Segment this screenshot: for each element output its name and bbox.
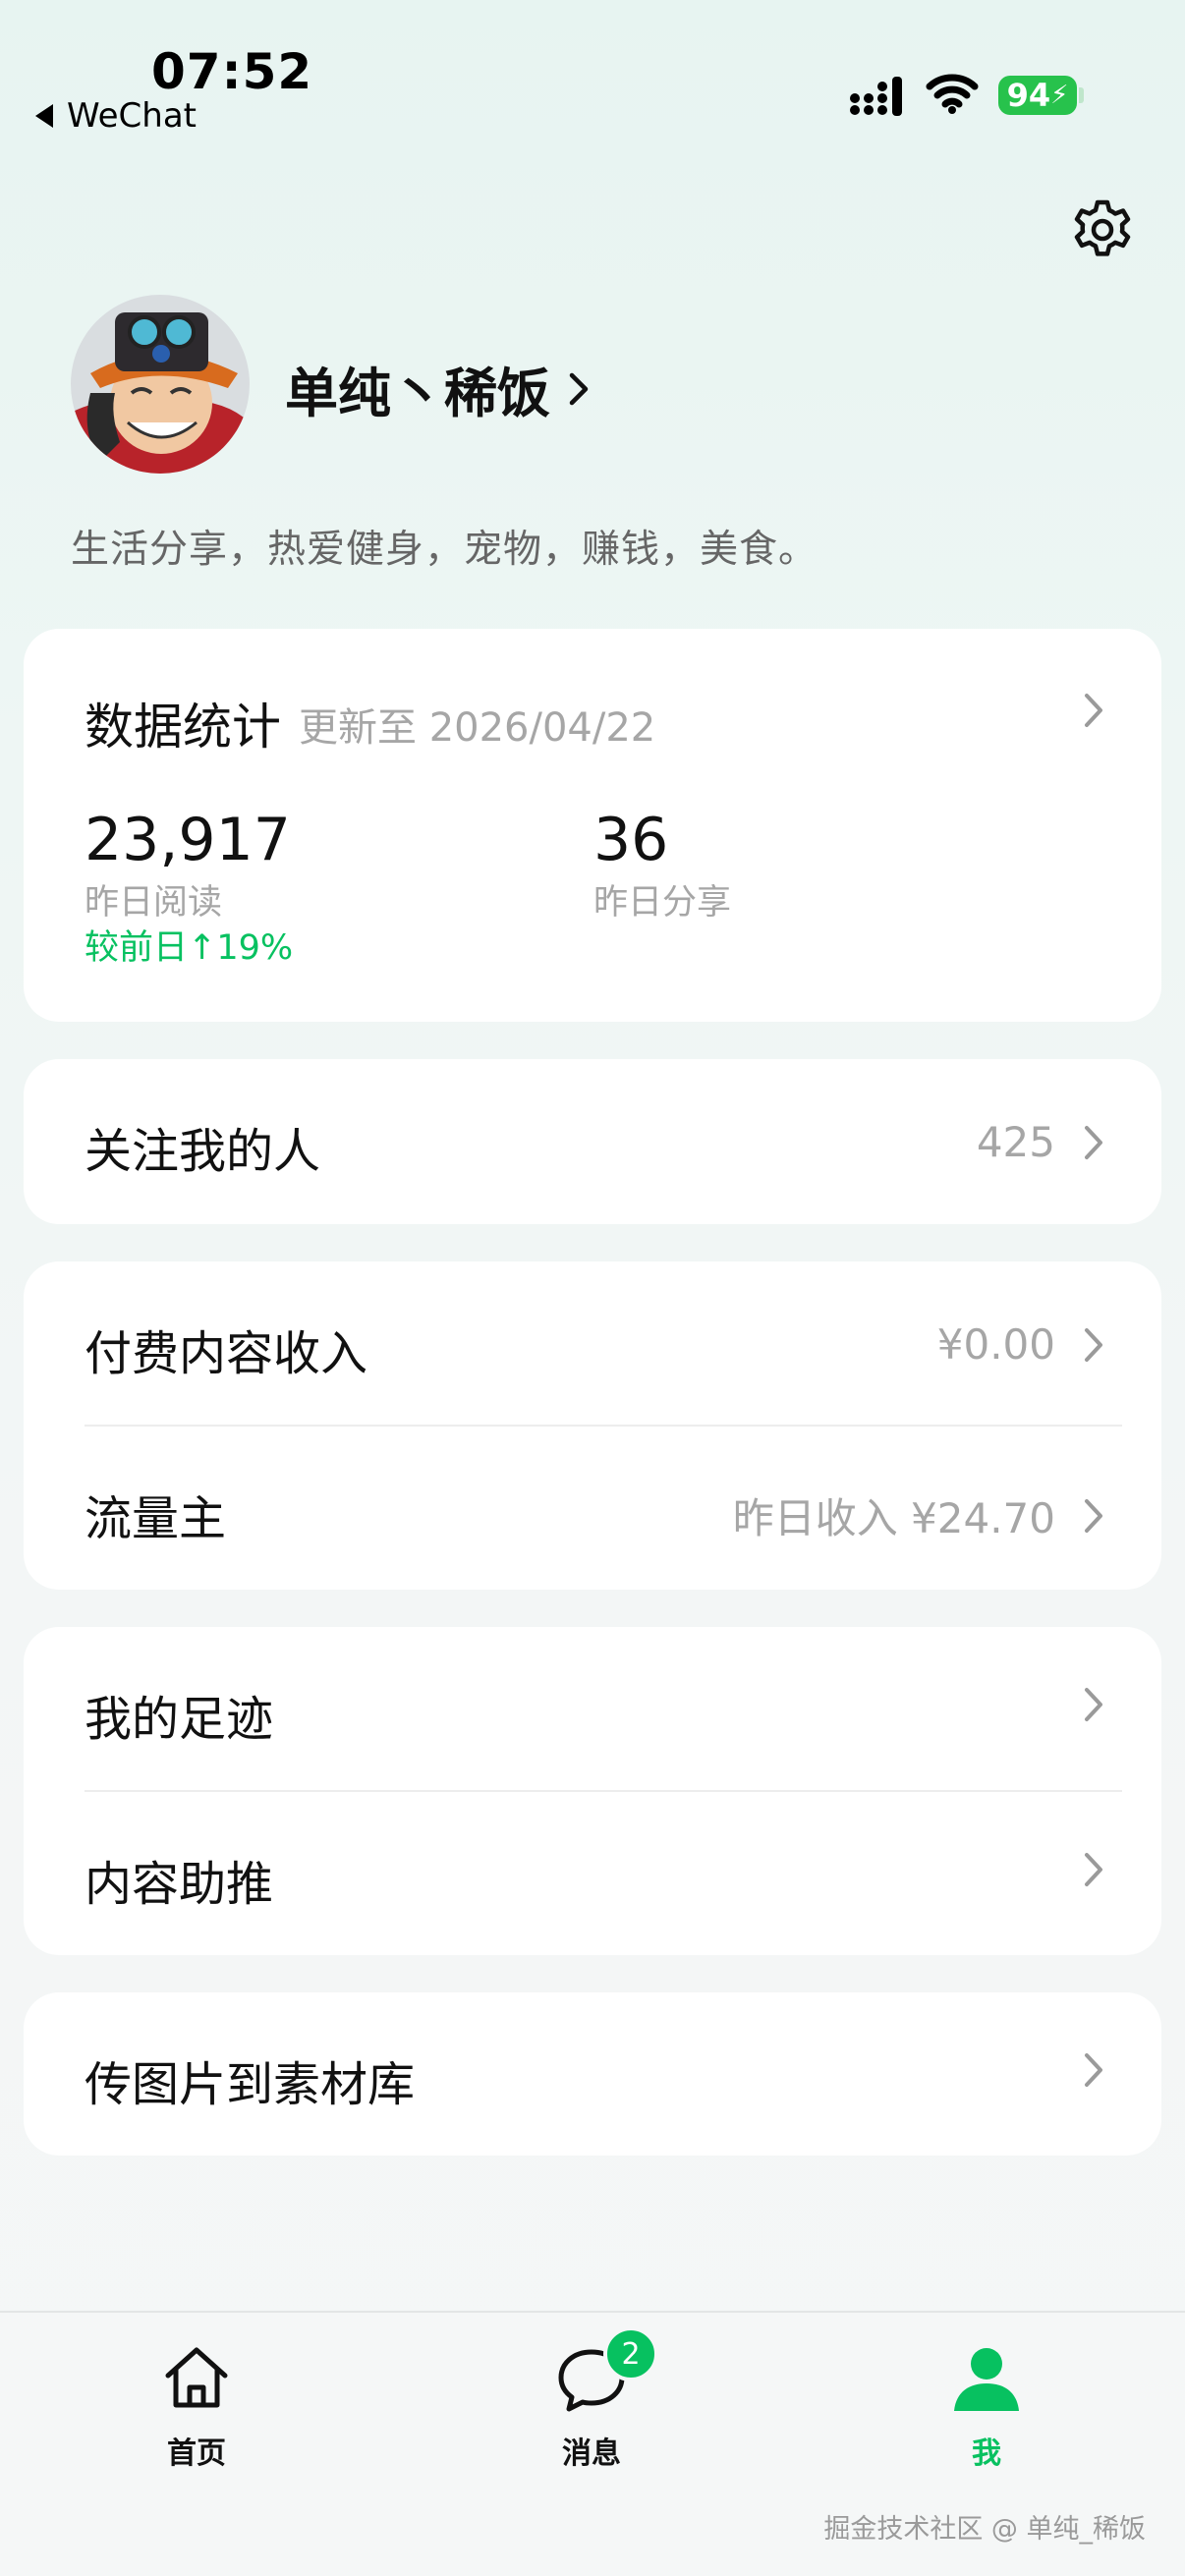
username-link[interactable]: 单纯丶稀饭: [285, 350, 593, 427]
back-arrow-icon: [35, 104, 53, 128]
tab-home[interactable]: 首页: [118, 2342, 275, 2472]
watermark: 掘金技术社区 @ 单纯_稀饭: [823, 2514, 1146, 2545]
chevron-right-icon: [1085, 1327, 1102, 1362]
traffic-owner-label: 流量主: [85, 1491, 227, 1546]
profile-bio: 生活分享，热爱健身，宠物，赚钱，美食。: [71, 528, 818, 572]
traffic-owner-value: 昨日收入 ¥24.70: [732, 1494, 1055, 1542]
username: 单纯丶稀饭: [285, 363, 550, 424]
chevron-right-icon: [1085, 2053, 1102, 2087]
income-card: 付费内容收入 ¥0.00 流量主 昨日收入 ¥24.70: [24, 1261, 1161, 1590]
followers-label: 关注我的人: [85, 1124, 321, 1179]
tab-home-label: 首页: [167, 2436, 226, 2471]
tab-me-label: 我: [972, 2436, 1001, 2471]
signal-icon: [850, 77, 902, 116]
status-time: 07:52: [151, 43, 313, 100]
tab-messages-label: 消息: [562, 2436, 621, 2471]
shares-value: 36: [593, 806, 669, 874]
wifi-icon: [926, 74, 979, 114]
upload-label: 传图片到素材库: [85, 2057, 416, 2112]
paid-content-row[interactable]: 付费内容收入 ¥0.00: [24, 1261, 1161, 1425]
content-promote-label: 内容助推: [85, 1857, 274, 1912]
shares-label: 昨日分享: [593, 883, 732, 923]
stats-updated: 更新至 2026/04/22: [299, 705, 656, 751]
paid-content-value: ¥0.00: [936, 1320, 1055, 1369]
reads-value: 23,917: [85, 806, 291, 874]
unread-badge: 2: [603, 2326, 658, 2381]
charging-bolt-icon: ⚡: [1050, 81, 1069, 110]
reads-change: 较前日↑19%: [85, 928, 294, 968]
content-promote-row[interactable]: 内容助推: [24, 1792, 1161, 1955]
battery-level: 94: [1006, 77, 1051, 114]
chevron-right-icon: [1085, 1688, 1102, 1721]
stats-title: 数据统计: [85, 699, 281, 756]
traffic-owner-row[interactable]: 流量主 昨日收入 ¥24.70: [24, 1427, 1161, 1590]
back-app-label: WeChat: [67, 96, 197, 136]
chevron-right-icon: [1085, 1853, 1102, 1886]
back-to-app-link[interactable]: WeChat: [35, 96, 197, 136]
settings-icon[interactable]: [1071, 198, 1134, 261]
avatar[interactable]: [71, 295, 250, 474]
battery-cap: [1079, 87, 1084, 103]
tools-card: 我的足迹 内容助推: [24, 1627, 1161, 1955]
chevron-right-icon: [1085, 1498, 1102, 1533]
home-icon: [165, 2347, 228, 2408]
paid-content-label: 付费内容收入: [85, 1326, 368, 1381]
battery-icon: 94 ⚡: [998, 76, 1077, 115]
footprints-row[interactable]: 我的足迹: [24, 1627, 1161, 1790]
person-icon: [954, 2348, 1019, 2411]
upload-card[interactable]: 传图片到素材库: [24, 1992, 1161, 2156]
followers-card[interactable]: 关注我的人 425: [24, 1059, 1161, 1224]
chevron-right-icon: [1085, 1125, 1102, 1159]
chevron-right-icon: [569, 372, 589, 405]
tab-me[interactable]: 我: [908, 2342, 1065, 2472]
stats-card[interactable]: 数据统计 更新至 2026/04/22 23,917 昨日阅读 较前日↑19% …: [24, 629, 1161, 1022]
chevron-right-icon: [1085, 694, 1102, 727]
footprints-label: 我的足迹: [85, 1692, 274, 1747]
followers-count: 425: [976, 1118, 1055, 1166]
reads-label: 昨日阅读: [85, 883, 223, 923]
